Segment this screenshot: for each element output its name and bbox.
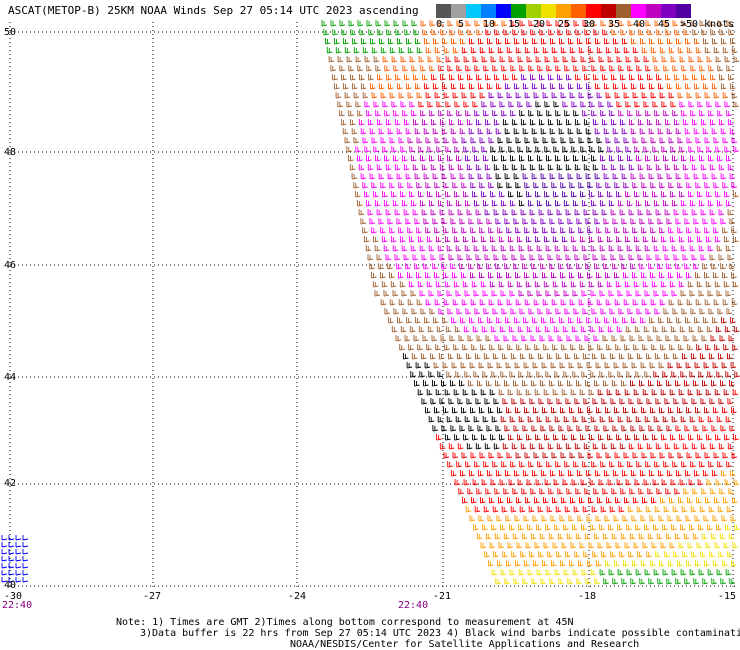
legend-label: >50 knots [680, 19, 735, 30]
map-title: ASCAT(METOP-B) 25KM NOAA Winds Sep 27 05… [8, 4, 419, 17]
legend-swatch [631, 4, 646, 18]
legend-label: 5 [458, 19, 465, 30]
lat-label: 44 [4, 372, 17, 383]
wind-barbs [355, 101, 739, 342]
time-label: 22:40 [2, 600, 33, 611]
wind-barbs [522, 173, 601, 207]
left-edge-barbs [1, 535, 29, 583]
lat-label: 48 [4, 147, 17, 158]
lat-label: 50 [4, 27, 17, 38]
legend-label: 25 [558, 19, 571, 30]
time-label: 22:40 [398, 600, 429, 611]
lat-label: 40 [4, 580, 17, 591]
wind-barbs [402, 101, 604, 450]
lat-label: 42 [4, 478, 17, 489]
note-line: 3)Data buffer is 22 hrs from Sep 27 05:1… [140, 628, 740, 639]
legend-label: 30 [583, 19, 596, 30]
wind-barbs [491, 524, 740, 585]
legend-swatch [601, 4, 616, 18]
legend-label: 10 [483, 19, 496, 30]
legend-swatch [616, 4, 631, 18]
legend-swatch [496, 4, 511, 18]
legend-swatch [436, 4, 451, 18]
legend-swatch [556, 4, 571, 18]
lon-label: -27 [143, 591, 162, 602]
wind-barbs [1, 535, 29, 583]
legend-label: 20 [533, 19, 546, 30]
note-line: NOAA/NESDIS/Center for Satellite Applica… [290, 639, 640, 650]
lon-label: -21 [433, 591, 452, 602]
wind-barbs [328, 20, 740, 396]
legend-label: 40 [633, 19, 646, 30]
legend-label: 45 [658, 19, 671, 30]
legend-swatch [676, 4, 691, 18]
legend-swatch [661, 4, 676, 18]
note-line: Note: 1) Times are GMT 2)Times along bot… [116, 617, 574, 628]
legend-swatch [586, 4, 601, 18]
lon-label: -24 [288, 591, 307, 602]
lat-label: 46 [4, 260, 17, 271]
legend-swatch [511, 4, 526, 18]
lon-label: -18 [578, 591, 597, 602]
lon-label: -15 [718, 591, 737, 602]
legend-label: 0 [436, 19, 443, 30]
legend-swatch [541, 4, 556, 18]
legend-swatch [526, 4, 541, 18]
wind-barb-swath [321, 20, 740, 585]
legend-label: 35 [608, 19, 621, 30]
legend-swatch [571, 4, 586, 18]
legend-label: 15 [508, 19, 521, 30]
legend-swatch [646, 4, 661, 18]
legend-swatch [451, 4, 466, 18]
wind-map [1, 20, 740, 590]
legend-swatch [481, 4, 496, 18]
legend-swatch [466, 4, 481, 18]
